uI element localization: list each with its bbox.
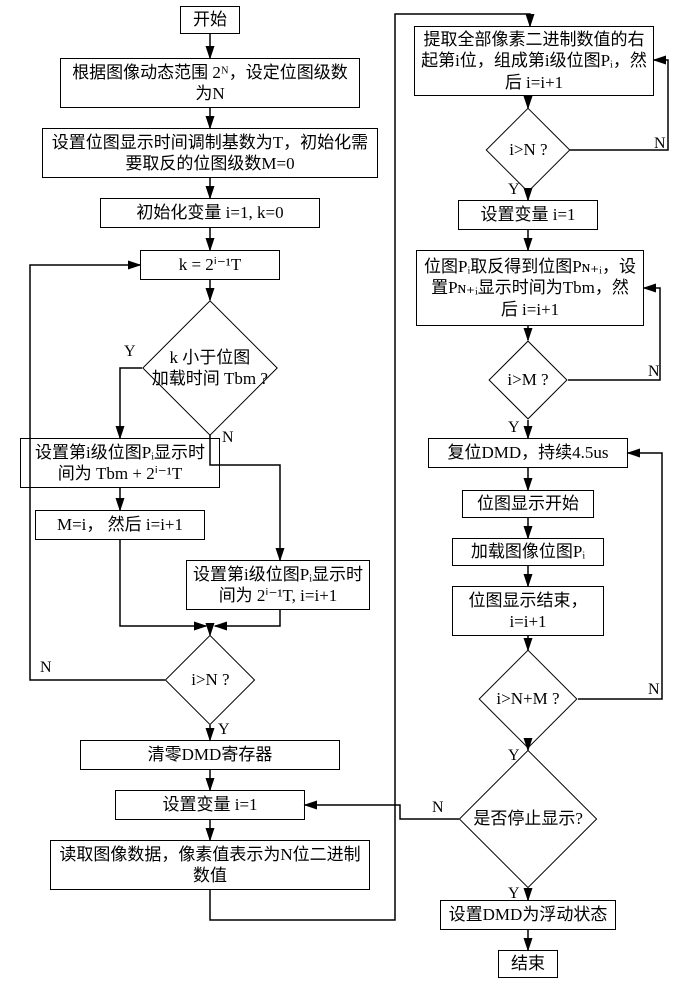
- decision-k-line2: 加载时间 Tbm ?: [152, 369, 268, 388]
- decision-stop-display: 是否停止显示?: [459, 750, 598, 889]
- step-k-formula: k = 2ⁱ⁻¹T: [140, 250, 280, 280]
- step-m-equals-i: M=i， 然后 i=i+1: [35, 510, 205, 540]
- step-set-levels: 根据图像动态范围 2ᴺ，设定位图级数为N: [60, 58, 360, 108]
- start-terminal: 开始: [180, 6, 240, 34]
- decision-i-gt-nm: i>N+M ?: [479, 650, 578, 749]
- step-set-i-1-right: 设置变量 i=1: [458, 200, 598, 230]
- step-set-display-tbm: 设置第i级位图Pᵢ显示时间为 Tbm + 2ⁱ⁻¹T: [20, 438, 220, 488]
- svg-text:N: N: [222, 429, 234, 446]
- step-set-display-2t: 设置第i级位图Pᵢ显示时间为 2ⁱ⁻¹T, i=i+1: [186, 560, 370, 610]
- decision-stop-display-text: 是否停止显示?: [473, 808, 583, 829]
- svg-text:N: N: [654, 135, 666, 152]
- svg-text:N: N: [648, 363, 660, 380]
- decision-i-gt-n-left-text: i>N ?: [191, 669, 229, 690]
- svg-text:Y: Y: [124, 343, 136, 360]
- decision-i-gt-m-text: i>M ?: [507, 369, 548, 390]
- step-init-t-m: 设置位图显示时间调制基数为T，初始化需要取反的位图级数M=0: [42, 128, 378, 178]
- svg-text:N: N: [432, 799, 444, 816]
- decision-k-lt-tbm: k 小于位图 加载时间 Tbm ?: [142, 300, 278, 436]
- svg-text:Y: Y: [218, 721, 230, 738]
- step-set-i-1-left: 设置变量 i=1: [115, 790, 305, 820]
- step-dmd-float: 设置DMD为浮动状态: [440, 900, 616, 930]
- step-display-end: 位图显示结束，i=i+1: [452, 586, 604, 636]
- end-terminal: 结束: [498, 950, 558, 978]
- decision-k-line1: k 小于位图: [170, 348, 251, 367]
- svg-text:Y: Y: [508, 419, 520, 436]
- step-clear-dmd: 清零DMD寄存器: [80, 740, 340, 770]
- step-invert-pi: 位图Pᵢ取反得到位图Pɴ₊ᵢ，设置Pɴ₊ᵢ显示时间为Tbm，然后 i=i+1: [416, 250, 644, 326]
- step-reset-dmd: 复位DMD，持续4.5us: [428, 438, 628, 468]
- decision-i-gt-n-left: i>N ?: [165, 635, 256, 726]
- svg-text:N: N: [648, 681, 660, 698]
- step-read-image-data: 读取图像数据，像素值表示为N位二进制数值: [50, 840, 370, 890]
- step-extract-bit: 提取全部像素二进制数值的右起第i位，组成第i级位图Pᵢ，然后 i=i+1: [414, 26, 654, 96]
- decision-i-gt-n-right: i>N ?: [486, 108, 571, 193]
- svg-text:N: N: [40, 659, 52, 676]
- step-init-ik: 初始化变量 i=1, k=0: [100, 198, 320, 228]
- step-load-bitmap: 加载图像位图Pᵢ: [452, 538, 604, 566]
- decision-i-gt-m: i>M ?: [488, 340, 567, 419]
- decision-i-gt-n-right-text: i>N ?: [509, 139, 547, 160]
- step-display-begin: 位图显示开始: [462, 490, 594, 518]
- decision-i-gt-nm-text: i>N+M ?: [496, 688, 559, 709]
